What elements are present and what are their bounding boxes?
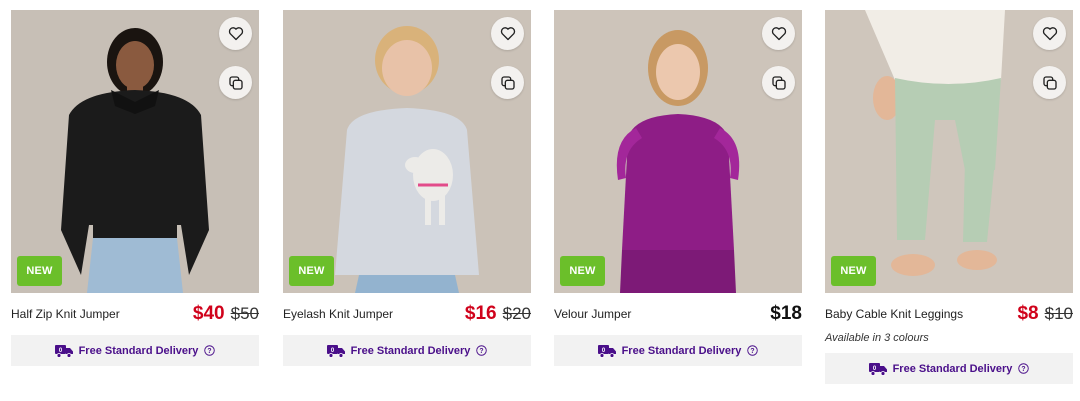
delivery-label: Free Standard Delivery: [78, 344, 199, 357]
compare-button[interactable]: [219, 66, 252, 99]
truck-icon: 0: [597, 344, 616, 358]
svg-text:?: ?: [480, 348, 484, 355]
compare-icon: [500, 75, 515, 90]
delivery-label: Free Standard Delivery: [892, 362, 1013, 375]
favourite-button[interactable]: [762, 17, 795, 50]
product-name[interactable]: Half Zip Knit Jumper: [11, 307, 120, 321]
product-card[interactable]: NEW Baby Cable Knit Leggings $8 $10 Avai…: [825, 10, 1073, 384]
new-badge: NEW: [17, 256, 62, 286]
svg-text:?: ?: [208, 348, 212, 355]
question-icon[interactable]: ?: [747, 345, 759, 356]
compare-button[interactable]: [762, 66, 795, 99]
compare-icon: [228, 75, 243, 90]
was-price: $50: [230, 304, 259, 323]
delivery-banner: 0 Free Standard Delivery ?: [554, 335, 802, 366]
sale-price: $16: [464, 303, 497, 324]
was-price: $10: [1044, 304, 1073, 323]
delivery-label: Free Standard Delivery: [621, 344, 742, 357]
product-image[interactable]: NEW: [11, 10, 259, 293]
heart-icon: [500, 27, 515, 41]
new-badge: NEW: [560, 256, 605, 286]
product-photo: [283, 10, 531, 293]
svg-text:?: ?: [1022, 366, 1026, 373]
product-name[interactable]: Eyelash Knit Jumper: [283, 307, 393, 321]
compare-button[interactable]: [1033, 66, 1066, 99]
truck-icon: 0: [326, 344, 345, 358]
product-card[interactable]: NEW Half Zip Knit Jumper $40 $50 0 Free …: [11, 10, 259, 366]
delivery-label: Free Standard Delivery: [350, 344, 471, 357]
product-name[interactable]: Velour Jumper: [554, 307, 631, 321]
favourite-button[interactable]: [491, 17, 524, 50]
svg-text:?: ?: [751, 348, 755, 355]
compare-icon: [771, 75, 786, 90]
product-photo: [825, 10, 1073, 293]
truck-icon: 0: [54, 344, 73, 358]
heart-icon: [1042, 27, 1057, 41]
heart-icon: [228, 27, 243, 41]
truck-icon: 0: [868, 362, 887, 376]
product-name[interactable]: Baby Cable Knit Leggings: [825, 307, 963, 321]
sale-price: $8: [1017, 303, 1039, 324]
product-image[interactable]: NEW: [825, 10, 1073, 293]
product-card[interactable]: NEW Velour Jumper $18 0 Free Standard De…: [554, 10, 802, 366]
new-badge: NEW: [289, 256, 334, 286]
sale-price: $40: [192, 303, 225, 324]
question-icon[interactable]: ?: [476, 345, 488, 356]
product-photo: [554, 10, 802, 293]
compare-button[interactable]: [491, 66, 524, 99]
product-image[interactable]: NEW: [283, 10, 531, 293]
product-card[interactable]: NEW Eyelash Knit Jumper $16 $20 0 Free S…: [283, 10, 531, 366]
question-icon[interactable]: ?: [1018, 363, 1030, 374]
compare-icon: [1042, 75, 1057, 90]
new-badge: NEW: [831, 256, 876, 286]
favourite-button[interactable]: [1033, 17, 1066, 50]
price: $18: [770, 303, 802, 324]
favourite-button[interactable]: [219, 17, 252, 50]
question-icon[interactable]: ?: [204, 345, 216, 356]
product-image[interactable]: NEW: [554, 10, 802, 293]
delivery-banner: 0 Free Standard Delivery ?: [11, 335, 259, 366]
heart-icon: [771, 27, 786, 41]
delivery-banner: 0 Free Standard Delivery ?: [283, 335, 531, 366]
product-photo: [11, 10, 259, 293]
delivery-banner: 0 Free Standard Delivery ?: [825, 353, 1073, 384]
was-price: $20: [502, 304, 531, 323]
